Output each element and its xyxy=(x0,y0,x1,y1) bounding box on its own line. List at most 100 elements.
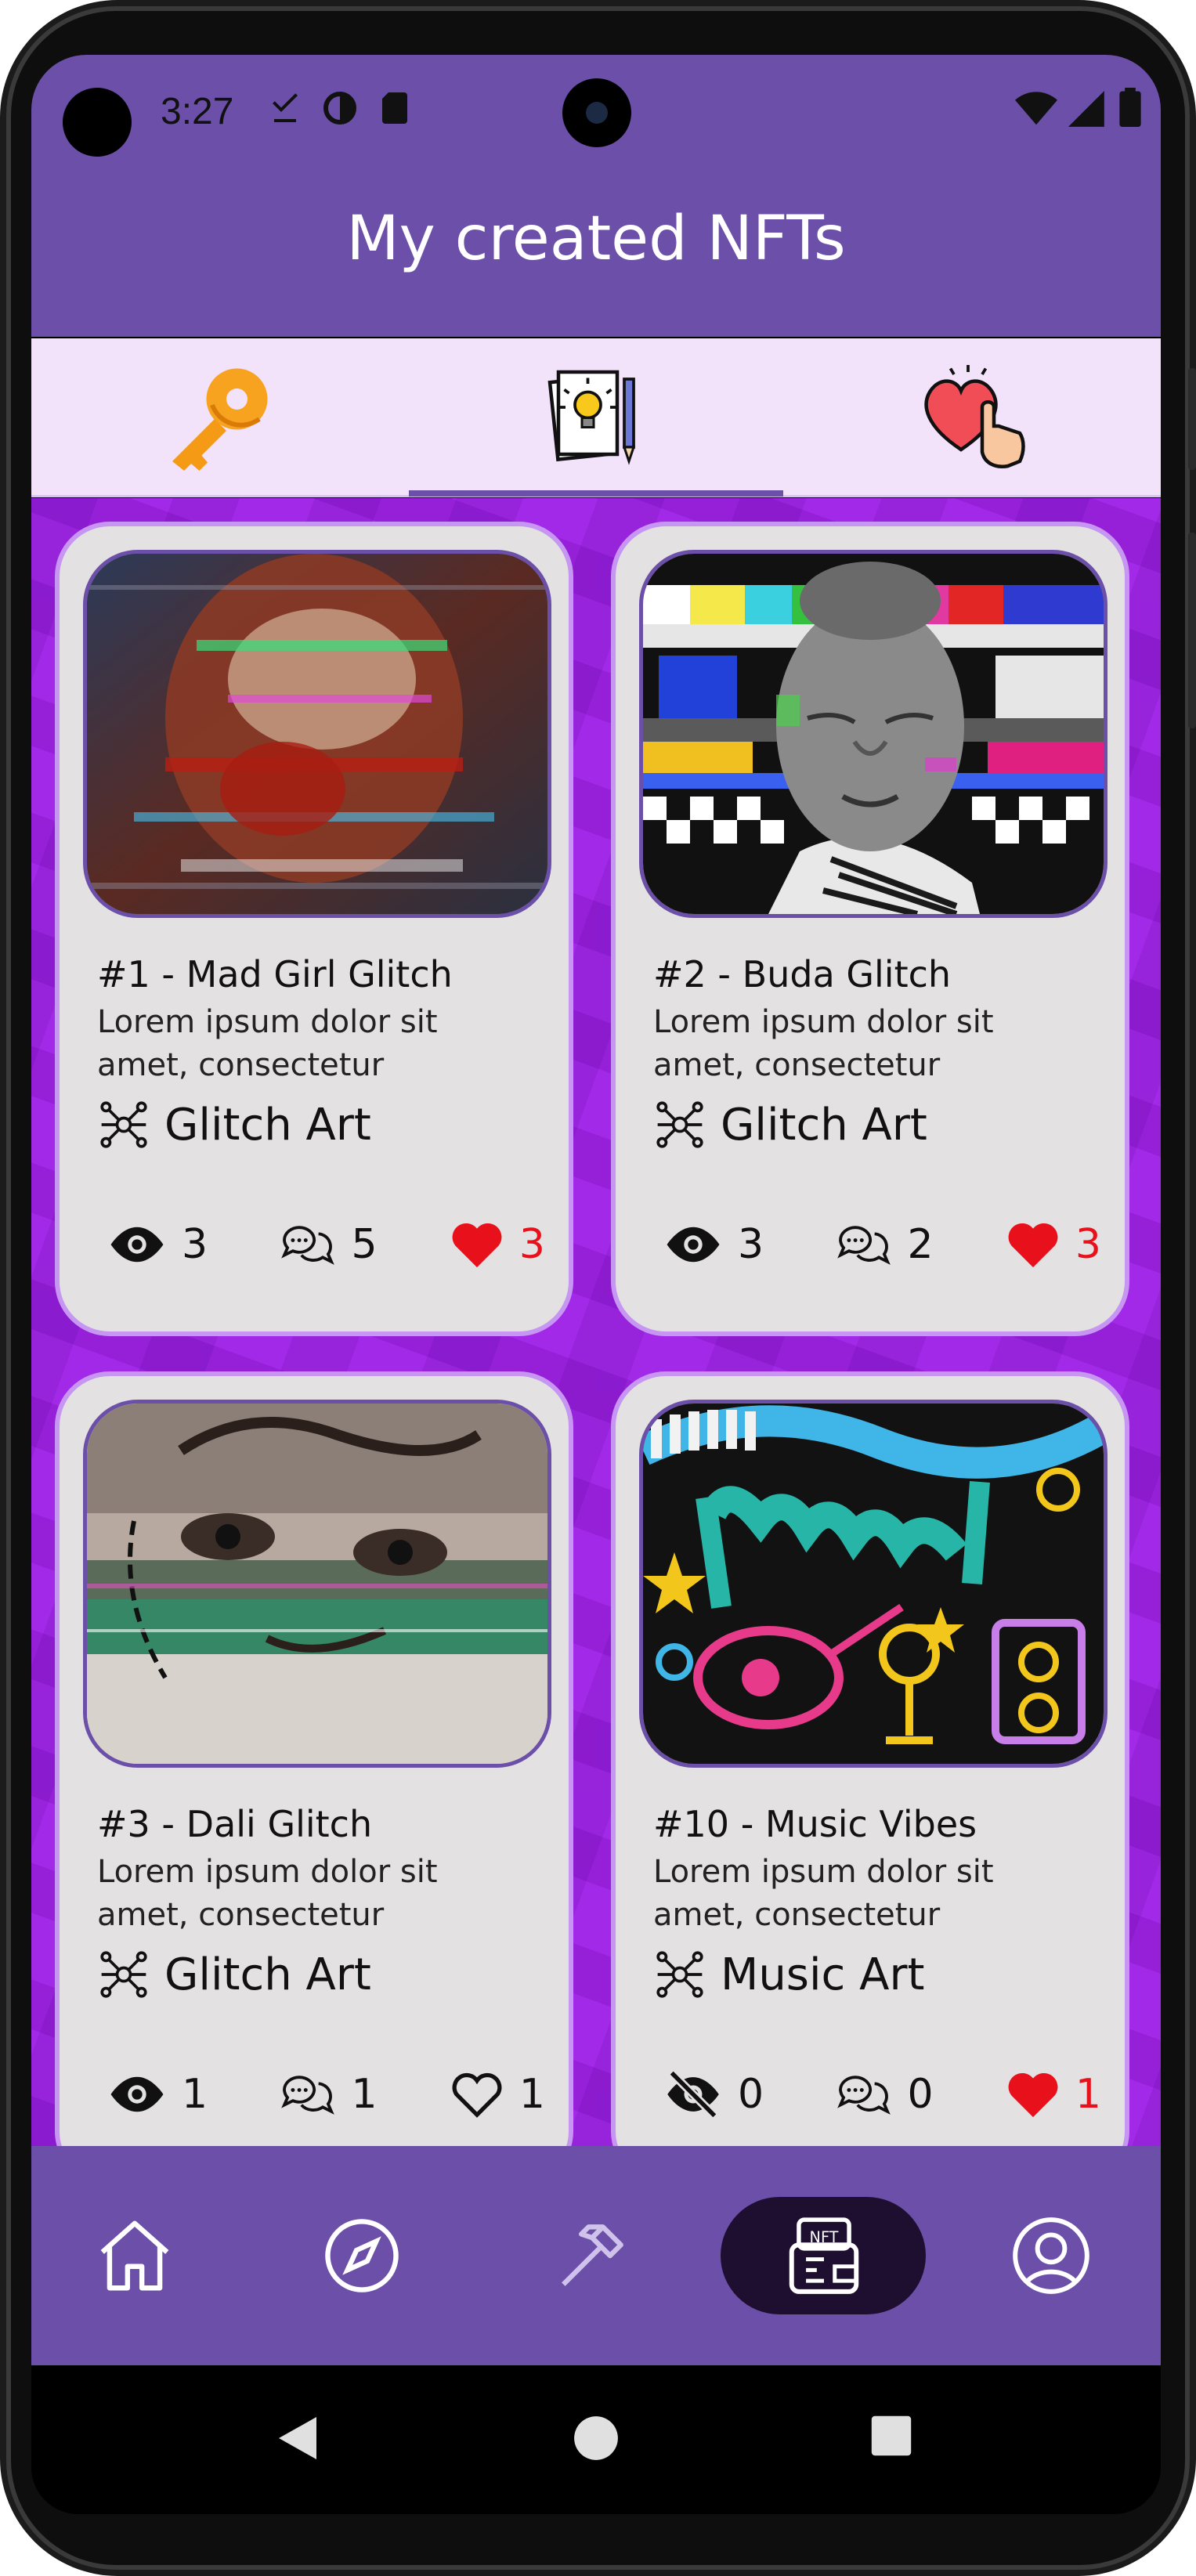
power-button xyxy=(1188,533,1196,728)
nft-image[interactable] xyxy=(639,550,1107,918)
nft-title: #2 - Buda Glitch xyxy=(653,953,952,995)
sd-card-icon xyxy=(382,92,407,124)
nav-profile[interactable] xyxy=(996,2201,1106,2310)
signal-icon xyxy=(1068,91,1104,127)
nft-description: Lorem ipsum dolor sit amet, consectetur xyxy=(97,1854,438,1933)
likes-stat[interactable]: 1 xyxy=(449,2069,545,2119)
phone-frame: 3:27 My created NFTs #1 - Mad Girl Glitc… xyxy=(0,0,1196,2576)
views-stat: 0 xyxy=(663,2071,764,2118)
nft-artwork-dali xyxy=(87,1404,547,1764)
nft-title: #10 - Music Vibes xyxy=(653,1803,977,1845)
nav-home[interactable] xyxy=(80,2201,190,2310)
nft-grid[interactable]: #1 - Mad Girl Glitch Lorem ipsum dolor s… xyxy=(31,498,1161,2146)
wifi-icon xyxy=(1015,92,1057,125)
nft-card[interactable]: #2 - Buda Glitch Lorem ipsum dolor sit a… xyxy=(611,522,1129,1336)
screen: 3:27 My created NFTs #1 - Mad Girl Glitc… xyxy=(31,55,1161,2514)
system-navigation-bar xyxy=(31,2365,1161,2514)
views-stat: 3 xyxy=(107,1221,208,1268)
nft-description: Lorem ipsum dolor sit amet, consectetur xyxy=(653,1004,994,1083)
bottom-navigation: NFT xyxy=(31,2146,1161,2365)
comments-count: 0 xyxy=(907,2071,934,2118)
nav-my-nfts[interactable]: NFT xyxy=(769,2201,879,2310)
nft-card[interactable]: #1 - Mad Girl Glitch Lorem ipsum dolor s… xyxy=(55,522,573,1336)
nft-category[interactable]: Glitch Art xyxy=(653,1098,927,1151)
profile-icon xyxy=(1013,2217,1089,2294)
key-icon xyxy=(172,368,268,471)
network-hub-icon xyxy=(656,1101,703,1148)
comments-stat[interactable]: 1 xyxy=(279,2071,378,2118)
views-stat: 1 xyxy=(107,2071,208,2118)
eye-icon xyxy=(110,2076,164,2112)
home-icon xyxy=(100,2220,169,2291)
nft-stats: 3 5 3 xyxy=(107,1219,545,1270)
likes-stat[interactable]: 3 xyxy=(1005,1219,1101,1270)
views-count: 3 xyxy=(182,1221,208,1268)
home-button-icon[interactable] xyxy=(572,2414,620,2462)
comments-count: 5 xyxy=(351,1221,378,1268)
eye-off-icon xyxy=(667,2071,719,2118)
status-bar: 3:27 xyxy=(31,55,1161,164)
comments-stat[interactable]: 0 xyxy=(835,2071,934,2118)
likes-count: 1 xyxy=(519,2071,545,2118)
nft-image[interactable] xyxy=(83,1400,551,1768)
nft-card[interactable]: #3 - Dali Glitch Lorem ipsum dolor sit a… xyxy=(55,1371,573,2146)
nft-category[interactable]: Glitch Art xyxy=(97,1948,371,2001)
eye-icon xyxy=(110,1227,164,1263)
ideas-icon xyxy=(547,370,636,465)
tab-liked[interactable] xyxy=(785,338,1161,495)
tab-created[interactable] xyxy=(408,338,784,495)
views-count: 3 xyxy=(738,1221,764,1268)
nft-stats: 1 1 1 xyxy=(107,2069,545,2119)
nft-card[interactable]: #10 - Music Vibes Lorem ipsum dolor sit … xyxy=(611,1371,1129,2146)
nft-description: Lorem ipsum dolor sit amet, consectetur xyxy=(653,1854,994,1933)
nft-category[interactable]: Music Art xyxy=(653,1948,924,2001)
nft-artwork-mad-girl xyxy=(87,554,547,914)
tab-selected-indicator xyxy=(409,490,783,497)
liked-icon xyxy=(924,365,1025,468)
nav-create[interactable] xyxy=(537,2201,647,2310)
comments-count: 1 xyxy=(351,2071,378,2118)
status-time: 3:27 xyxy=(161,91,234,132)
likes-stat[interactable]: 3 xyxy=(449,1219,545,1270)
explore-icon xyxy=(325,2219,399,2292)
nav-explore[interactable] xyxy=(307,2201,417,2310)
network-hub-icon xyxy=(100,1951,147,1998)
comments-icon xyxy=(837,2076,891,2115)
create-hammer-icon xyxy=(562,2224,623,2286)
comments-icon xyxy=(281,1226,335,1265)
back-icon[interactable] xyxy=(274,2412,321,2464)
heart-filled-icon xyxy=(1008,2072,1058,2118)
camera-cutout xyxy=(63,88,132,157)
likes-count: 3 xyxy=(1075,1221,1101,1268)
views-stat: 3 xyxy=(663,1221,764,1268)
comments-icon xyxy=(837,1226,891,1265)
page-title: My created NFTs xyxy=(346,204,846,274)
nft-category-label: Glitch Art xyxy=(164,1099,371,1151)
tab-keys[interactable] xyxy=(31,338,407,495)
eye-icon xyxy=(667,1227,720,1263)
battery-icon xyxy=(1119,88,1141,127)
download-done-icon xyxy=(273,93,298,122)
comments-count: 2 xyxy=(907,1221,934,1268)
status-notification-icons xyxy=(266,88,414,128)
nft-artwork-music xyxy=(643,1404,1104,1764)
likes-stat[interactable]: 1 xyxy=(1005,2069,1101,2119)
nft-image[interactable] xyxy=(83,550,551,918)
likes-count: 1 xyxy=(1075,2071,1101,2118)
nft-title: #3 - Dali Glitch xyxy=(97,1803,373,1845)
heart-outline-icon xyxy=(452,2072,502,2118)
comments-stat[interactable]: 5 xyxy=(279,1221,378,1268)
views-count: 0 xyxy=(738,2071,764,2118)
nft-image[interactable] xyxy=(639,1400,1107,1768)
recents-icon[interactable] xyxy=(869,2414,913,2458)
nft-stats: 3 2 3 xyxy=(663,1219,1101,1270)
nft-category-label: Glitch Art xyxy=(164,1949,371,2000)
nft-title: #1 - Mad Girl Glitch xyxy=(97,953,453,995)
comments-stat[interactable]: 2 xyxy=(835,1221,934,1268)
nft-category-label: Music Art xyxy=(721,1949,925,2000)
tab-bar xyxy=(31,338,1161,497)
nft-category-label: Glitch Art xyxy=(721,1099,927,1151)
nft-category[interactable]: Glitch Art xyxy=(97,1098,371,1151)
heart-filled-icon xyxy=(1008,1223,1058,1268)
nft-description: Lorem ipsum dolor sit amet, consectetur xyxy=(97,1004,438,1083)
